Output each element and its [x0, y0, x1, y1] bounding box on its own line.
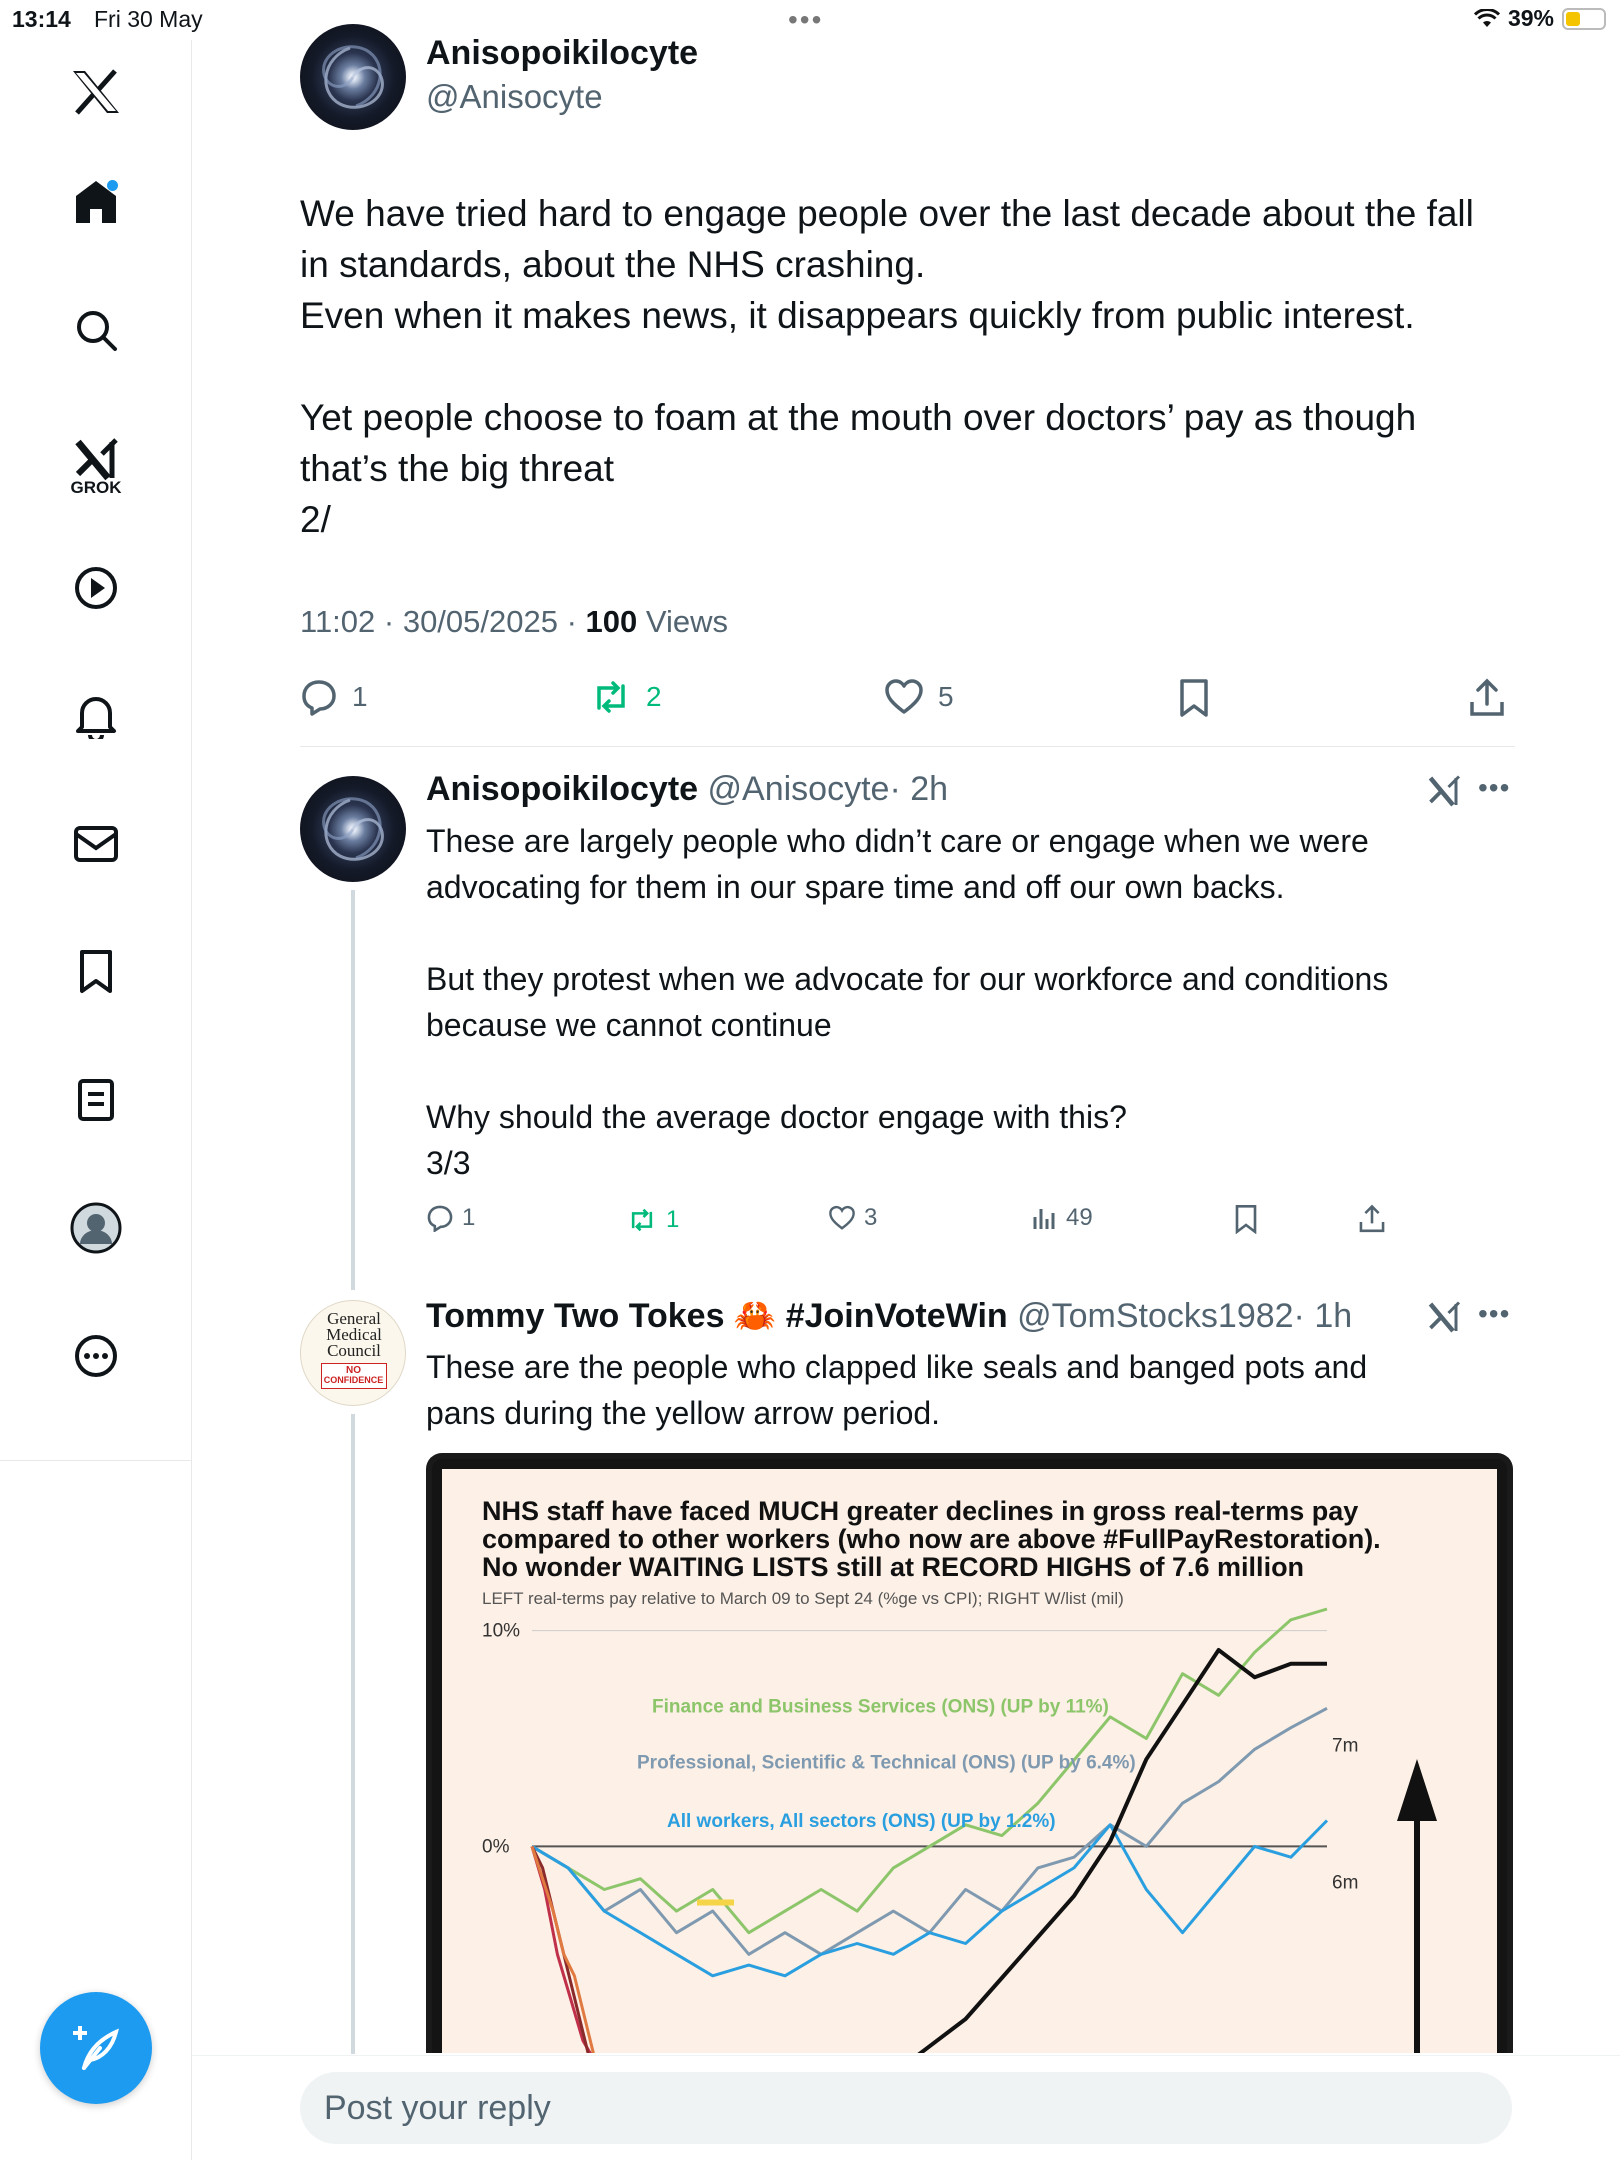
left-tick-label: 10% — [482, 1621, 520, 1642]
sidebar: GROK — [0, 40, 192, 2160]
lists-icon[interactable] — [64, 1068, 128, 1132]
reply2-author-name[interactable]: Tommy Two Tokes 🦀 #JoinVoteWin — [426, 1297, 1008, 1335]
status-bar: 13:14 Fri 30 May ••• 39% — [0, 0, 1620, 40]
right-tick-label: 6m — [1332, 1872, 1358, 1893]
bookmark-icon — [1180, 679, 1208, 717]
reply1-reply-count: 1 — [462, 1204, 476, 1231]
reply2-author-handle[interactable]: @TomStocks1982 — [1017, 1297, 1293, 1335]
search-icon[interactable] — [64, 298, 128, 362]
reply-icon — [427, 1205, 453, 1232]
battery-percent: 39% — [1507, 5, 1554, 31]
series-label: Professional, Scientific & Technical (ON… — [637, 1753, 1136, 1774]
profile-icon[interactable] — [64, 1196, 128, 1260]
reply1-reply-action[interactable]: 1 — [426, 1204, 475, 1232]
repost-action[interactable]: 2 — [590, 678, 662, 716]
views-count: 100 — [585, 604, 638, 639]
status-date: Fri 30 May — [94, 6, 203, 32]
heart-icon — [829, 1205, 855, 1230]
post-divider — [300, 746, 1515, 747]
series-label: All workers, All sectors (ONS) (UP by 1.… — [667, 1811, 1056, 1832]
battery-icon — [1562, 7, 1606, 30]
reply-input[interactable]: Post your reply — [300, 2072, 1512, 2144]
chart-series-line — [531, 1819, 1329, 1978]
home-icon[interactable] — [64, 170, 128, 234]
views-icon — [1033, 1209, 1055, 1229]
post-timestamp[interactable]: 11:02 · 30/05/2025 · — [300, 604, 586, 639]
heart-icon — [885, 679, 923, 714]
video-icon[interactable] — [64, 556, 128, 620]
messages-icon[interactable] — [64, 812, 128, 876]
bookmark-action[interactable] — [1178, 678, 1210, 718]
views-label: Views — [637, 604, 729, 639]
repost-count: 2 — [646, 681, 662, 712]
reply1-share-action[interactable] — [1358, 1204, 1386, 1234]
reply1-text: These are largely people who didn’t care… — [426, 823, 1389, 1181]
sidebar-divider — [0, 1460, 192, 1461]
left-tick-label: 0% — [482, 1836, 510, 1857]
reply-action[interactable]: 1 — [300, 678, 368, 716]
reply-bar: Post your reply — [192, 2055, 1620, 2160]
status-right: 39% — [1473, 5, 1606, 32]
notification-dot — [107, 180, 118, 191]
reply1-views-action[interactable]: 49 — [1032, 1204, 1093, 1232]
reply1-like-action[interactable]: 3 — [828, 1204, 877, 1232]
like-count: 5 — [938, 681, 954, 712]
reply2-avatar[interactable]: General Medical Council NO CONFIDENCE — [300, 1300, 406, 1406]
trend-arrow-head — [1397, 1759, 1437, 1821]
reply1-header: Anisopoikilocyte @Anisocyte· 2h — [426, 770, 948, 809]
bookmark-icon — [1235, 1204, 1257, 1234]
reply1-more-icon[interactable]: ••• — [1478, 772, 1510, 804]
author-handle[interactable]: @Anisocyte — [426, 78, 603, 116]
stamp-word-2: CONFIDENCE — [323, 1375, 384, 1385]
reply1-avatar[interactable] — [300, 776, 406, 882]
share-action[interactable] — [1468, 678, 1506, 718]
right-tick-label: 7m — [1332, 1736, 1358, 1757]
repost-icon — [597, 681, 625, 713]
reply2-text: These are the people who clapped like se… — [426, 1349, 1368, 1431]
reply1-views-count: 49 — [1066, 1204, 1093, 1231]
reply2-time[interactable]: · 1h — [1294, 1297, 1353, 1335]
reply-count: 1 — [352, 681, 368, 712]
like-action[interactable]: 5 — [884, 678, 954, 716]
reply1-author-name[interactable]: Anisopoikilocyte — [426, 770, 698, 808]
no-confidence-stamp: NO CONFIDENCE — [321, 1363, 387, 1389]
grok-explain-icon[interactable] — [1426, 772, 1462, 808]
share-icon — [1470, 678, 1504, 716]
reply-icon — [302, 680, 336, 716]
bookmarks-icon[interactable] — [64, 940, 128, 1004]
share-icon — [1359, 1204, 1385, 1233]
reply1-bookmark-action[interactable] — [1234, 1204, 1258, 1234]
reply1-repost-action[interactable]: 1 — [626, 1206, 679, 1234]
post-meta: 11:02 · 30/05/2025 · 100 Views — [300, 604, 728, 640]
wifi-icon — [1473, 8, 1500, 27]
x-logo-icon[interactable] — [64, 60, 128, 124]
series-label: Finance and Business Services (ONS) (UP … — [652, 1697, 1109, 1718]
repost-icon — [631, 1208, 653, 1232]
reply2-header: Tommy Two Tokes 🦀 #JoinVoteWin @TomStock… — [426, 1296, 1352, 1336]
chart-image[interactable]: NHS staff have faced MUCH greater declin… — [426, 1453, 1513, 2053]
author-avatar[interactable] — [300, 24, 406, 130]
reply1-time[interactable]: · 2h — [889, 770, 948, 808]
thread-line — [351, 890, 355, 1290]
reply2-more-icon[interactable]: ••• — [1478, 1298, 1510, 1330]
grok-label: GROK — [70, 478, 122, 497]
gmc-word-3: Council — [327, 1341, 381, 1360]
more-icon[interactable] — [64, 1324, 128, 1388]
chart-plot: 10% 0% 7m 6m Finance and Business Services (… — [482, 1607, 1437, 2053]
post-text: We have tried hard to engage people over… — [300, 193, 1474, 540]
chart-inner: NHS staff have faced MUCH greater declin… — [442, 1469, 1497, 2053]
author-name[interactable]: Anisopoikilocyte — [426, 34, 698, 73]
compose-button[interactable] — [40, 1992, 152, 2104]
reply1-repost-count: 1 — [666, 1206, 680, 1233]
compose-icon — [73, 2026, 119, 2070]
multitask-dots-icon[interactable]: ••• — [788, 4, 823, 36]
grok-explain-icon[interactable] — [1426, 1298, 1462, 1334]
notifications-icon[interactable] — [64, 684, 128, 748]
thread-line — [351, 1414, 355, 2054]
reply1-author-handle[interactable]: @Anisocyte — [708, 770, 890, 808]
battery-fill — [1566, 11, 1580, 26]
reply1-like-count: 3 — [864, 1204, 878, 1231]
status-time: 13:14 — [12, 6, 71, 32]
